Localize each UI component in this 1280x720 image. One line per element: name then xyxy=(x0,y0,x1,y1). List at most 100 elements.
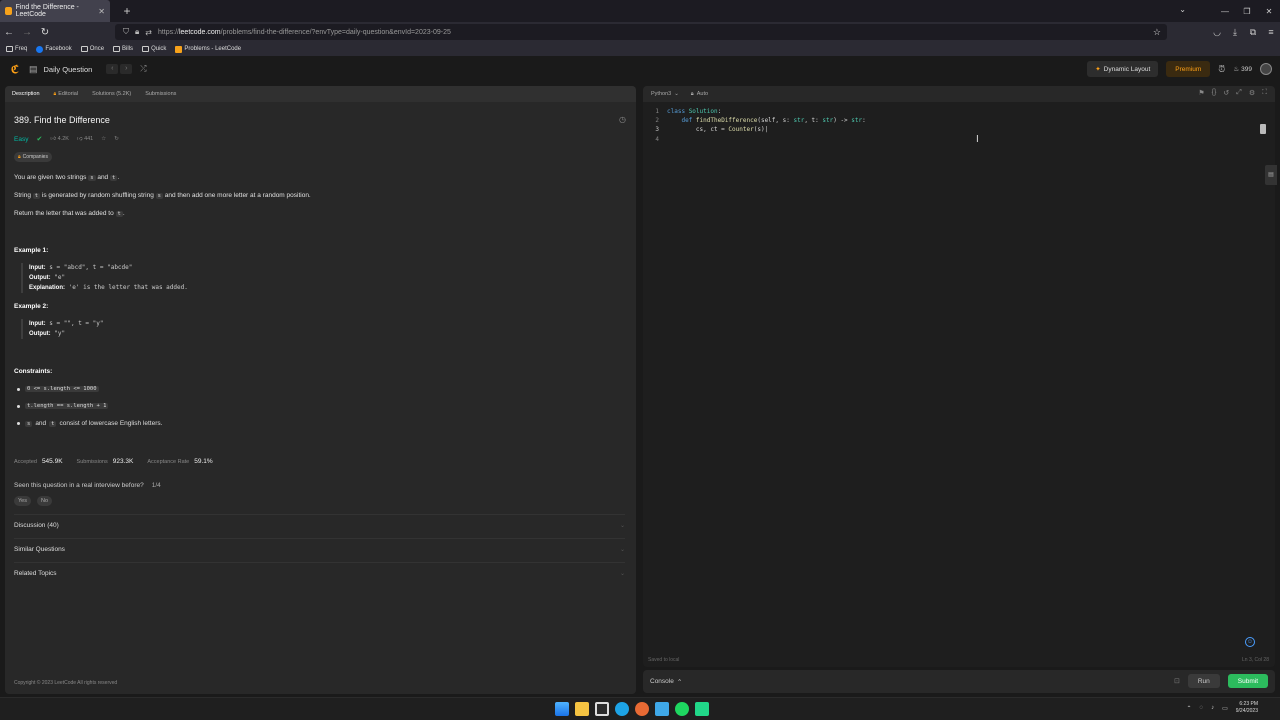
tab-submissions[interactable]: Submissions xyxy=(145,91,176,97)
list-tabs-icon[interactable]: ⌄ xyxy=(1179,5,1186,14)
submissions-stat: Submissions 923.3K xyxy=(77,458,134,465)
inline-code: s xyxy=(88,175,96,181)
back-icon[interactable]: ← xyxy=(0,27,18,38)
format-braces-icon[interactable]: {} xyxy=(1212,89,1217,97)
prev-question-icon[interactable]: ‹ xyxy=(106,64,119,74)
volume-icon[interactable]: ♪ xyxy=(1211,705,1214,711)
bookmark-freq[interactable]: Freq xyxy=(6,46,27,52)
bullet-dot xyxy=(17,422,20,425)
run-button[interactable]: Run xyxy=(1187,674,1220,688)
tab-description[interactable]: Description xyxy=(12,91,40,97)
reset-code-icon[interactable]: ↺ xyxy=(1223,89,1229,97)
side-note-icon[interactable]: ▤ xyxy=(1265,165,1277,185)
leetcode-logo-icon[interactable]: ℭ xyxy=(11,63,21,76)
close-tab-icon[interactable]: ✕ xyxy=(98,7,105,16)
dislike-button[interactable]: 👎︎ 441 xyxy=(77,136,93,142)
submit-button[interactable]: Submit xyxy=(1227,674,1268,688)
bookmark-icon[interactable]: ⚑ xyxy=(1198,89,1204,97)
description-paragraph-3: Return the letter that was added to t. xyxy=(14,210,125,217)
fullscreen-icon[interactable]: ⛶ xyxy=(1262,89,1267,97)
code-line[interactable]: class Solution: xyxy=(667,107,721,116)
downloads-icon[interactable]: ⤓ xyxy=(1226,27,1244,38)
share-icon[interactable]: ↻ xyxy=(114,136,119,142)
battery-icon[interactable]: ▭ xyxy=(1222,705,1228,712)
premium-button[interactable]: Premium xyxy=(1166,61,1211,77)
firefox-icon[interactable] xyxy=(635,702,649,716)
expand-icon[interactable]: ⤢ xyxy=(1236,89,1242,97)
system-clock[interactable]: 6:23 PM 9/24/2023 xyxy=(1236,701,1258,715)
bookmark-once[interactable]: Once xyxy=(80,46,104,52)
value: "e" xyxy=(54,274,66,281)
new-tab-icon[interactable]: + xyxy=(118,4,136,18)
thumbs-up-icon: 👍︎ xyxy=(50,136,57,142)
windows-start-icon[interactable] xyxy=(555,702,569,716)
settings-icon[interactable]: ⚙ xyxy=(1249,89,1255,97)
accordion-discussion[interactable]: Discussion (40) ⌄ xyxy=(14,522,625,529)
accordion-similar-questions[interactable]: Similar Questions ⌄ xyxy=(14,546,625,553)
console-settings-icon[interactable]: ⊡ xyxy=(1174,677,1180,685)
chevron-up-icon[interactable]: ⌃ xyxy=(1186,705,1191,712)
shuffle-icon[interactable]: ⤮ xyxy=(140,64,146,74)
minimize-icon[interactable]: — xyxy=(1214,7,1236,16)
console-toggle[interactable]: Console ⌃ xyxy=(650,678,682,686)
menu-icon[interactable]: ≡ xyxy=(1262,27,1280,37)
text: . xyxy=(122,210,125,217)
streak-counter[interactable]: ♨ 399 xyxy=(1233,65,1252,74)
pycharm-icon[interactable] xyxy=(695,702,709,716)
network-icon[interactable]: ◌ xyxy=(1200,705,1204,711)
shield-icon[interactable]: ⛉ xyxy=(123,27,129,37)
tab-label: Editorial xyxy=(58,91,79,97)
companies-label: Companies xyxy=(22,154,48,160)
maximize-icon[interactable]: ❐ xyxy=(1236,7,1258,16)
label: Explanation: xyxy=(29,285,66,291)
lock-icon: 🔒︎ xyxy=(690,90,694,97)
daily-question-link[interactable]: ▤ Daily Question xyxy=(29,64,92,75)
spotify-icon[interactable] xyxy=(675,702,689,716)
avatar[interactable] xyxy=(1260,63,1272,75)
language-select[interactable]: Python3 ⌄ xyxy=(651,91,679,97)
forward-icon[interactable]: → xyxy=(18,27,36,38)
tab-solutions[interactable]: Solutions (5.2K) xyxy=(92,91,131,97)
panel-splitter[interactable] xyxy=(637,86,641,694)
url-path: /problems/find-the-difference/?envType=d… xyxy=(220,28,451,36)
facebook-icon xyxy=(36,45,44,53)
next-question-icon[interactable]: › xyxy=(120,64,133,74)
yes-button[interactable]: Yes xyxy=(14,496,31,506)
like-button[interactable]: 👍︎ 4.2K xyxy=(50,136,69,142)
leetcode-header: ℭ ▤ Daily Question ‹ › ⤮ ✦ Dynamic Layout… xyxy=(0,56,1280,82)
companies-tag[interactable]: 🔒︎ Companies xyxy=(14,152,52,162)
bookmark-facebook[interactable]: Facebook xyxy=(36,45,72,53)
url-bar[interactable]: ⛉ 🔒︎ ⇄ https://leetcode.com/problems/fin… xyxy=(115,24,1167,40)
bookmark-quick[interactable]: Quick xyxy=(142,46,166,52)
file-explorer-icon[interactable] xyxy=(575,702,589,716)
timer-icon[interactable]: ◷ xyxy=(619,115,626,124)
bookmark-star-icon[interactable]: ☆ xyxy=(1153,27,1161,38)
extensions-icon[interactable]: ⧉ xyxy=(1244,27,1262,38)
assistant-fab-icon[interactable]: ☺ xyxy=(1245,637,1255,647)
dynamic-layout-button[interactable]: ✦ Dynamic Layout xyxy=(1087,61,1159,77)
bookmark-label: Quick xyxy=(151,46,167,52)
text: and xyxy=(35,420,47,427)
store-icon[interactable] xyxy=(595,702,609,716)
permissions-icon[interactable]: ⇄ xyxy=(145,28,152,37)
accordion-related-topics[interactable]: Related Topics ⌄ xyxy=(14,570,625,577)
alarm-clock-icon[interactable]: ⏰︎ xyxy=(1218,64,1225,75)
bookmark-problems-leetcode[interactable]: Problems - LeetCode xyxy=(175,45,241,53)
close-window-icon[interactable]: ✕ xyxy=(1258,7,1280,16)
pocket-icon[interactable]: ◡ xyxy=(1208,27,1226,38)
no-button[interactable]: No xyxy=(36,496,53,506)
bookmark-bills[interactable]: Bills xyxy=(113,46,133,52)
lock-icon[interactable]: 🔒︎ xyxy=(135,27,139,37)
auto-mode-toggle[interactable]: 🔒︎ Auto xyxy=(691,91,708,98)
notepad-icon[interactable] xyxy=(655,702,669,716)
code-line[interactable]: cs, ct = Counter(s)| xyxy=(667,125,768,134)
edge-icon[interactable] xyxy=(615,702,629,716)
example-2-block: Input: s = "", t = "y" Output: "y" xyxy=(21,319,103,339)
reload-icon[interactable]: ↻ xyxy=(36,27,54,38)
minimap-scroll[interactable] xyxy=(1260,124,1266,134)
tab-editorial[interactable]: 🔒︎ Editorial xyxy=(54,91,79,97)
code-line[interactable]: def findTheDifference(self, s: str, t: s… xyxy=(667,116,865,125)
favorite-star-icon[interactable]: ☆ xyxy=(101,136,106,142)
browser-tab[interactable]: Find the Difference - LeetCode ✕ xyxy=(0,0,110,22)
submission-stats: Accepted 545.9K Submissions 923.3K Accepta… xyxy=(14,458,213,465)
